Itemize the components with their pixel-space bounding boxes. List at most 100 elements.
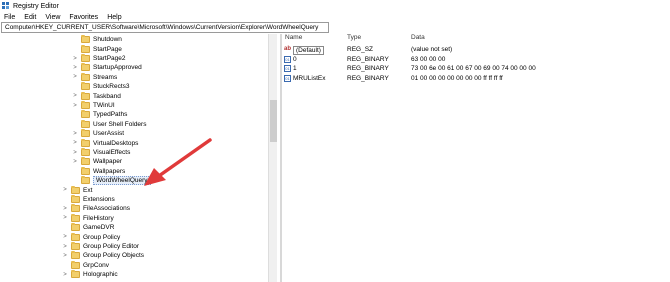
tree-item[interactable]: StuckRects3	[72, 82, 130, 92]
tree-item[interactable]: > UserAssist	[72, 129, 124, 139]
tree-item[interactable]: WordWheelQuery	[72, 176, 151, 186]
tree-item[interactable]: > VisualEffects	[72, 148, 130, 158]
address-bar[interactable]: Computer\HKEY_CURRENT_USER\Software\Micr…	[1, 22, 329, 33]
column-header-data[interactable]: Data	[411, 34, 425, 43]
menu-favorites[interactable]: Favorites	[69, 14, 98, 21]
title-bar: Registry Editor	[0, 0, 670, 12]
menu-bar: File Edit View Favorites Help	[0, 12, 131, 22]
tree-item[interactable]: > StartupApproved	[72, 63, 142, 73]
value-type: REG_BINARY	[347, 55, 389, 63]
tree-item-label: StuckRects3	[93, 83, 130, 91]
value-data: 73 00 6e 00 61 00 67 00 69 00 74 00 00 0…	[411, 65, 536, 72]
tree-item[interactable]: Wallpapers	[72, 166, 126, 177]
tree-item[interactable]: > StartPage2	[72, 54, 126, 64]
tree-item[interactable]: > Streams	[72, 72, 118, 83]
tree-item-label: TWinUI	[93, 102, 115, 110]
tree-item[interactable]: User Shell Folders	[72, 119, 147, 130]
folder-icon	[81, 63, 90, 72]
registry-editor-icon	[2, 2, 10, 10]
tree-item[interactable]: TypedPaths	[72, 110, 127, 120]
expand-chevron-icon[interactable]: >	[62, 244, 68, 250]
tree-item-label: Group Policy Objects	[83, 252, 145, 260]
values-pane: Name Type Data ab (Default) REG_SZ (value n…	[283, 34, 670, 282]
tree-item[interactable]: > Ext	[62, 185, 92, 195]
menu-view[interactable]: View	[45, 14, 60, 21]
value-type: REG_BINARY	[347, 74, 389, 82]
expand-chevron-icon[interactable]: >	[62, 272, 68, 278]
tree-item-label: Streams	[93, 73, 118, 81]
folder-icon	[71, 185, 80, 194]
menu-edit[interactable]: Edit	[24, 14, 36, 21]
menu-help[interactable]: Help	[107, 14, 121, 21]
column-header-name[interactable]: Name	[285, 34, 302, 43]
expand-chevron-icon[interactable]: >	[72, 140, 78, 146]
tree-item[interactable]: > FileHistory	[62, 213, 114, 224]
expand-chevron-icon[interactable]: >	[72, 103, 78, 109]
tree-item-label: UserAssist	[93, 130, 125, 138]
tree-item-label: Group Policy	[83, 233, 121, 241]
expand-chevron-icon[interactable]: >	[72, 93, 78, 99]
tree-item[interactable]: > Holographic	[62, 270, 118, 280]
tree-item[interactable]: > TWinUI	[72, 101, 115, 111]
tree-item-label: VirtualDesktops	[93, 139, 139, 147]
folder-icon	[81, 35, 90, 44]
value-type: REG_BINARY	[347, 65, 389, 72]
folder-icon	[71, 242, 80, 251]
tree-item[interactable]: > Group Policy Editor	[62, 242, 139, 252]
tree-item[interactable]: > Wallpaper	[72, 157, 122, 167]
tree-item[interactable]: > VirtualDesktops	[72, 138, 138, 148]
tree-item[interactable]: Extensions	[62, 195, 115, 205]
expand-chevron-icon[interactable]: >	[62, 215, 68, 221]
tree-item-label: FileAssociations	[83, 205, 130, 213]
value-row[interactable]: ab (Default) REG_SZ (value not set)	[283, 46, 670, 55]
tree-item[interactable]: StartPage	[72, 44, 122, 54]
expand-chevron-icon[interactable]: >	[72, 56, 78, 62]
tree-item-label: VisualEffects	[93, 149, 131, 157]
tree-item[interactable]: GameDVR	[62, 223, 114, 233]
tree-scroll-thumb[interactable]	[270, 100, 277, 142]
binary-value-icon: 01	[284, 65, 291, 72]
value-row[interactable]: 01 0 REG_BINARY 63 00 00 00	[283, 55, 670, 65]
tree-item[interactable]: > FileAssociations	[62, 204, 130, 214]
window-title: Registry Editor	[13, 2, 59, 10]
tree-item[interactable]: GrpConv	[62, 260, 109, 271]
tree-item[interactable]: Shutdown	[72, 35, 122, 45]
tree-item-label: Wallpapers	[93, 167, 126, 175]
value-name: 0	[293, 55, 297, 63]
expand-chevron-icon[interactable]: >	[62, 234, 68, 240]
folder-icon	[71, 204, 80, 213]
tree-item[interactable]: > Group Policy	[62, 232, 120, 242]
tree-item[interactable]: > Taskband	[72, 91, 121, 101]
folder-icon	[71, 232, 80, 241]
expand-chevron-icon[interactable]: >	[62, 253, 68, 259]
tree-scrollbar[interactable]	[268, 34, 277, 282]
expand-chevron-icon[interactable]: >	[72, 74, 78, 80]
tree-item[interactable]: > Group Policy Objects	[62, 251, 144, 261]
menu-file[interactable]: File	[4, 14, 15, 21]
tree-item-label: GameDVR	[83, 224, 115, 232]
expand-chevron-icon[interactable]: >	[72, 65, 78, 71]
tree-item-label: User Shell Folders	[93, 120, 147, 128]
expand-chevron-icon[interactable]: >	[72, 150, 78, 156]
column-header-type[interactable]: Type	[347, 34, 361, 43]
binary-value-icon: 01	[284, 74, 291, 82]
red-arrow-annotation	[144, 138, 212, 186]
expand-chevron-icon[interactable]: >	[62, 187, 68, 193]
pane-splitter[interactable]	[280, 34, 282, 282]
tree-item-label: Extensions	[83, 196, 115, 204]
tree-item-label: Taskband	[93, 92, 121, 100]
tree-item-label: StartPage	[93, 45, 122, 53]
folder-icon	[71, 260, 80, 269]
tree-item-label: Wallpaper	[93, 158, 123, 166]
expand-chevron-icon[interactable]: >	[72, 131, 78, 137]
folder-icon	[71, 223, 80, 232]
string-value-icon: ab	[284, 46, 292, 52]
folder-icon	[81, 138, 90, 147]
tree-item-label: Shutdown	[93, 36, 122, 44]
expand-chevron-icon[interactable]: >	[72, 159, 78, 165]
value-row[interactable]: 01 1 REG_BINARY 73 00 6e 00 61 00 67 00 69 …	[283, 65, 670, 74]
key-tree: Shutdown StartPage > StartPage2 > StartupAppr…	[0, 34, 268, 282]
expand-chevron-icon[interactable]: >	[62, 206, 68, 212]
folder-icon	[81, 54, 90, 63]
value-row[interactable]: 01 MRUListEx REG_BINARY 01 00 00 00 00 00 0…	[283, 74, 670, 84]
